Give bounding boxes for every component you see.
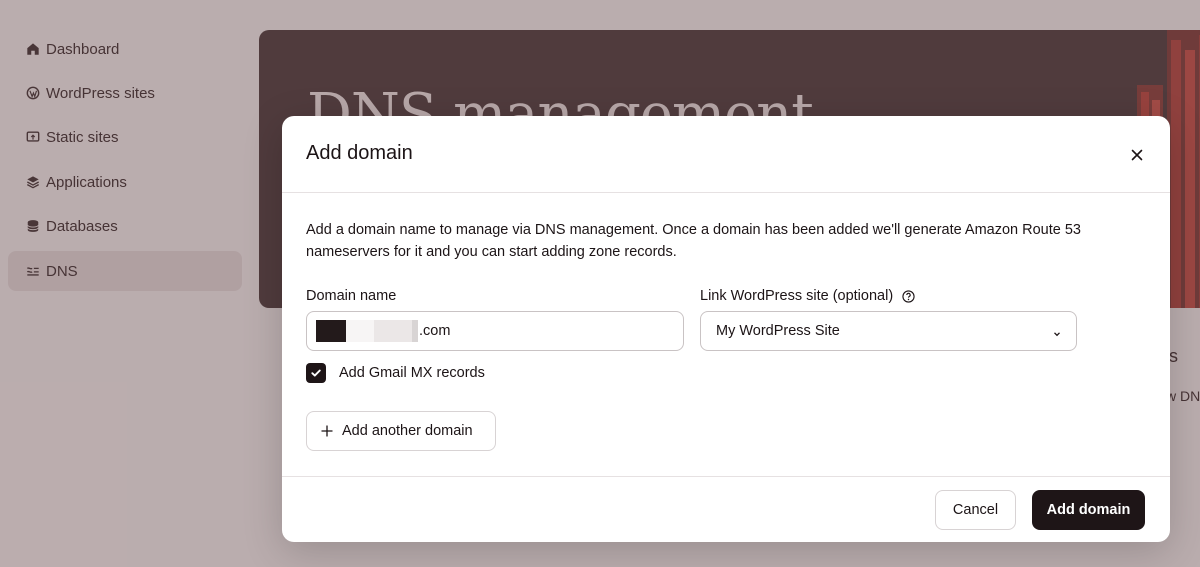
chevron-down-icon xyxy=(1052,326,1062,337)
domain-name-label: Domain name xyxy=(306,288,396,304)
domain-name-input[interactable]: .com xyxy=(306,311,684,351)
redacted-text xyxy=(346,320,374,342)
link-wordpress-site-select[interactable]: My WordPress Site xyxy=(700,311,1077,351)
link-wordpress-site-label-text: Link WordPress site (optional) xyxy=(700,288,894,304)
domain-name-label-text: Domain name xyxy=(306,288,397,304)
add-another-domain-label: Add another domain xyxy=(342,423,473,439)
plus-icon xyxy=(321,425,333,437)
redacted-text xyxy=(412,320,418,342)
modal-description: Add a domain name to manage via DNS mana… xyxy=(306,222,1081,260)
cancel-button[interactable]: Cancel xyxy=(935,490,1016,530)
checkmark-icon xyxy=(311,369,321,377)
link-wordpress-site-label: Link WordPress site (optional) xyxy=(700,288,915,304)
gmail-mx-checkbox[interactable] xyxy=(306,363,326,383)
close-icon xyxy=(1131,149,1143,161)
redacted-text xyxy=(374,320,412,342)
add-another-domain-button[interactable]: Add another domain xyxy=(306,411,496,451)
modal-header: Add domain xyxy=(282,116,1170,193)
modal-title: Add domain xyxy=(306,142,413,164)
gmail-mx-label[interactable]: Add Gmail MX records xyxy=(339,365,485,381)
add-domain-button[interactable]: Add domain xyxy=(1032,490,1145,530)
add-domain-modal: Add domain Add a domain name to manage v… xyxy=(282,116,1170,542)
help-icon[interactable] xyxy=(902,289,915,303)
domain-name-suffix: .com xyxy=(419,323,451,339)
close-button[interactable] xyxy=(1126,144,1148,166)
link-wordpress-site-selected: My WordPress Site xyxy=(716,323,840,339)
modal-footer: Cancel Add domain xyxy=(282,476,1170,542)
redacted-text xyxy=(316,320,346,342)
